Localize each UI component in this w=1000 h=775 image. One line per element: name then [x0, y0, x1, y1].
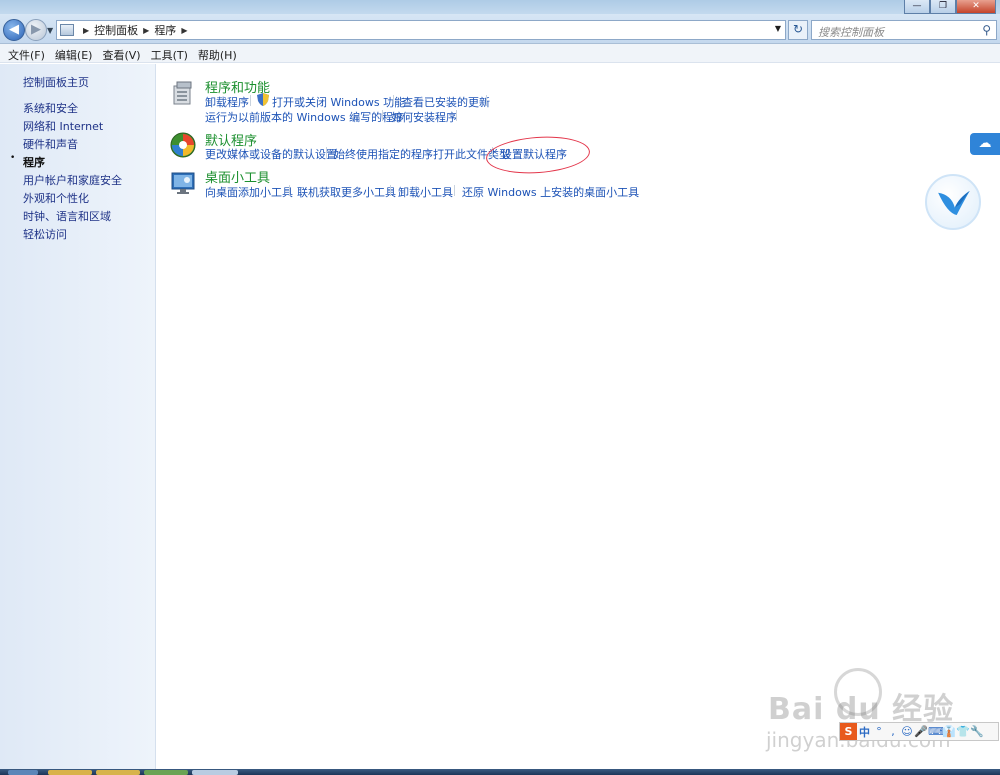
sidebar-item-appearance[interactable]: 外观和个性化 — [23, 190, 89, 206]
settings-wrench-icon[interactable]: 🔧 — [970, 725, 984, 738]
user-icon[interactable]: 👔 — [942, 725, 956, 738]
restore-gadgets-link[interactable]: 还原 Windows 上安装的桌面小工具 — [462, 184, 639, 200]
search-placeholder: 搜索控制面板 — [818, 26, 884, 39]
recent-pages-dropdown[interactable]: ▼ — [47, 26, 53, 35]
link-divider — [454, 185, 455, 196]
link-divider — [326, 147, 327, 158]
fullwidth-toggle-icon[interactable]: ° — [872, 725, 886, 738]
minimize-button[interactable]: — — [904, 0, 930, 14]
sidebar-item-user-accounts[interactable]: 用户帐户和家庭安全 — [23, 172, 122, 188]
sidebar-item-programs[interactable]: 程序 — [23, 154, 45, 170]
sogou-ime-logo-icon[interactable]: S — [840, 723, 857, 740]
menu-view[interactable]: 查看(V) — [97, 44, 145, 62]
sidebar-home-link[interactable]: 控制面板主页 — [23, 74, 89, 90]
start-button[interactable] — [8, 770, 38, 775]
skin-icon[interactable]: 👕 — [956, 725, 970, 738]
how-to-install-link[interactable]: 如何安装程序 — [391, 109, 457, 125]
taskbar-item[interactable] — [48, 770, 92, 775]
punctuation-toggle-icon[interactable]: , — [886, 725, 900, 738]
menu-file[interactable]: 文件(F) — [3, 44, 50, 62]
file-association-link[interactable]: 始终使用指定的程序打开此文件类型 — [334, 146, 510, 162]
back-button[interactable]: ◀ — [3, 19, 25, 41]
address-dropdown-icon[interactable]: ▼ — [775, 24, 781, 33]
breadcrumb-control-panel[interactable]: 控制面板 — [94, 22, 138, 38]
desktop-gadgets-icon — [171, 172, 195, 194]
link-divider — [390, 185, 391, 196]
breadcrumb-programs[interactable]: 程序 — [154, 22, 176, 38]
link-divider — [486, 95, 487, 106]
breadcrumb-separator-icon[interactable]: ▶ — [83, 26, 89, 35]
refresh-button[interactable]: ↻ — [788, 20, 808, 40]
sidebar-item-network[interactable]: 网络和 Internet — [23, 118, 103, 134]
media-autoplay-link[interactable]: 更改媒体或设备的默认设置 — [205, 146, 337, 162]
microphone-icon[interactable]: 🎤 — [914, 725, 928, 738]
sidebar-item-hardware-sound[interactable]: 硬件和声音 — [23, 136, 78, 152]
default-programs-icon — [170, 132, 196, 158]
maximize-button[interactable]: ❐ — [930, 0, 956, 14]
ime-toolbar[interactable]: S 中 ° , ☺ 🎤 ⌨ 👔 👕 🔧 — [839, 722, 999, 741]
breadcrumb-separator-icon[interactable]: ▶ — [143, 26, 149, 35]
search-icon[interactable]: ⚲ — [982, 23, 991, 37]
sidebar-item-system-security[interactable]: 系统和安全 — [23, 100, 78, 116]
window-title-bar: — ❐ ✕ — [0, 0, 1000, 14]
menu-bar: 文件(F) 编辑(E) 查看(V) 工具(T) 帮助(H) — [0, 44, 1000, 63]
link-divider — [289, 185, 290, 196]
link-divider — [456, 110, 457, 121]
sidebar: 控制面板主页 系统和安全 网络和 Internet 硬件和声音 • 程序 用户帐… — [0, 64, 156, 769]
emoji-icon[interactable]: ☺ — [900, 725, 914, 738]
link-divider — [250, 95, 251, 106]
uac-shield-icon — [257, 93, 269, 106]
window-controls: — ❐ ✕ — [904, 0, 996, 14]
bird-assistant-icon[interactable] — [925, 174, 981, 230]
link-divider — [382, 110, 383, 121]
uninstall-program-link[interactable]: 卸载程序 — [205, 94, 249, 110]
breadcrumb-separator-icon[interactable]: ▶ — [181, 26, 187, 35]
taskbar-item[interactable] — [96, 770, 140, 775]
compatibility-link[interactable]: 运行为以前版本的 Windows 编写的程序 — [205, 109, 404, 125]
link-divider — [393, 95, 394, 106]
close-button[interactable]: ✕ — [956, 0, 996, 14]
control-panel-icon — [60, 24, 74, 36]
get-more-gadgets-link[interactable]: 联机获取更多小工具 — [297, 184, 396, 200]
menu-help[interactable]: 帮助(H) — [193, 44, 242, 62]
programs-features-icon — [173, 81, 192, 105]
keyboard-icon[interactable]: ⌨ — [928, 725, 944, 738]
sidebar-item-ease-of-access[interactable]: 轻松访问 — [23, 226, 67, 242]
breadcrumb[interactable]: ▶ 控制面板 ▶ 程序 ▶ ▼ — [56, 20, 786, 40]
ime-mode-toggle[interactable]: 中 — [859, 724, 870, 740]
active-bullet-icon: • — [10, 153, 16, 163]
windows-features-link[interactable]: 打开或关闭 Windows 功能 — [272, 94, 405, 110]
menu-edit[interactable]: 编辑(E) — [50, 44, 98, 62]
taskbar-item-active[interactable] — [192, 770, 238, 775]
search-input[interactable]: 搜索控制面板 ⚲ — [811, 20, 997, 40]
taskbar-item[interactable] — [144, 770, 188, 775]
address-bar: ◀ ▶ ▼ ▶ 控制面板 ▶ 程序 ▶ ▼ ↻ 搜索控制面板 ⚲ — [0, 14, 1000, 44]
add-gadget-link[interactable]: 向桌面添加小工具 — [205, 184, 293, 200]
installed-updates-link[interactable]: 查看已安装的更新 — [402, 94, 490, 110]
cloud-icon[interactable]: ☁ — [970, 133, 1000, 155]
menu-tools[interactable]: 工具(T) — [146, 44, 193, 62]
annotation-circle — [484, 133, 592, 177]
forward-button[interactable]: ▶ — [25, 19, 47, 41]
uninstall-gadget-link[interactable]: 卸载小工具 — [398, 184, 453, 200]
sidebar-item-clock-language[interactable]: 时钟、语言和区域 — [23, 208, 111, 224]
